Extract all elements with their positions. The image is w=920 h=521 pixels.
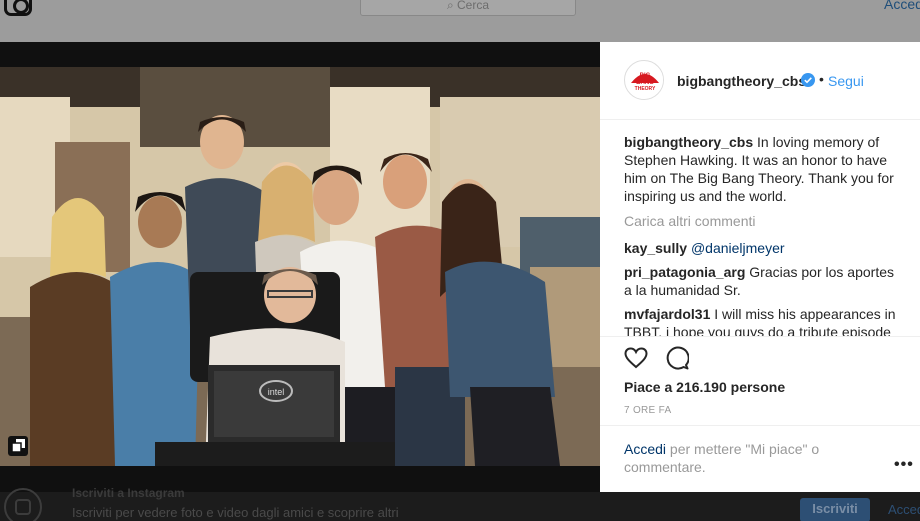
comment-item: pri_patagonia_arg Gracias por los aporte…	[624, 263, 904, 299]
login-prompt: Accedi per mettere "Mi piace" o commenta…	[624, 440, 844, 476]
comment-username[interactable]: kay_sully	[624, 240, 687, 256]
comment-icon[interactable]	[665, 346, 689, 370]
comment-mention[interactable]: @danieljmeyer	[691, 240, 785, 256]
post-caption: bigbangtheory_cbs In loving memory of St…	[624, 133, 904, 205]
footer-text: Iscriviti per vedere foto e video dagli …	[72, 505, 399, 520]
cast-photo: intel	[0, 67, 600, 466]
load-more-comments-button[interactable]: Carica altri commenti	[624, 213, 755, 229]
login-link[interactable]: Accedi	[624, 441, 666, 457]
comment-username[interactable]: mvfajardol31	[624, 306, 710, 322]
search-icon: ⌕	[446, 0, 458, 12]
comment-item: mvfajardol31 I will miss his appearances…	[624, 305, 904, 336]
caption-username[interactable]: bigbangtheory_cbs	[624, 134, 753, 150]
actions-divider	[600, 336, 920, 337]
likes-count[interactable]: Piace a 216.190 persone	[624, 379, 785, 395]
heart-icon[interactable]	[624, 347, 648, 369]
search-input: ⌕ Cerca	[360, 0, 576, 16]
background-footer: Iscriviti a Instagram Iscriviti per vede…	[0, 486, 920, 521]
instagram-icon	[4, 0, 32, 16]
more-options-icon[interactable]: •••	[894, 456, 914, 474]
comment-item: kay_sully @danieljmeyer	[624, 239, 904, 257]
header-login-link: Accedi	[884, 0, 920, 12]
signup-button: Iscriviti	[800, 498, 870, 521]
login-divider	[600, 425, 920, 426]
comments-area[interactable]: bigbangtheory_cbs In loving memory of St…	[600, 42, 920, 336]
post-timestamp[interactable]: 7 ORE FA	[624, 405, 671, 416]
multi-photo-icon	[8, 436, 28, 456]
svg-text:intel: intel	[268, 387, 285, 397]
instagram-icon	[4, 488, 42, 521]
footer-login-link: Accedi	[888, 502, 920, 517]
post-side-panel: BIG BANG THEORY bigbangtheory_cbs • Segu…	[600, 42, 920, 492]
background-stripe	[0, 28, 920, 42]
footer-title: Iscriviti a Instagram	[72, 486, 185, 500]
post-photo[interactable]: intel	[0, 67, 600, 466]
comment-username[interactable]: pri_patagonia_arg	[624, 264, 745, 280]
background-header: ⌕ Cerca Accedi	[0, 0, 920, 28]
search-placeholder: Cerca	[457, 0, 490, 12]
